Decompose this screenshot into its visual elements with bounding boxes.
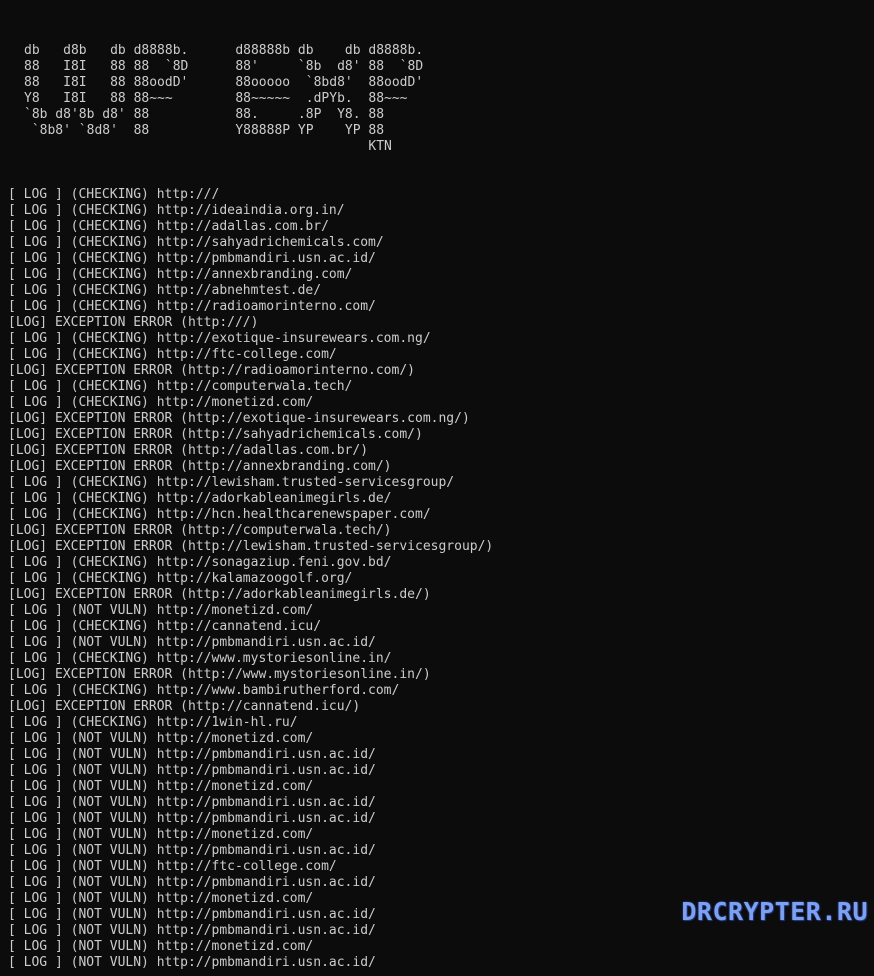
- log-line: [LOG] EXCEPTION ERROR (http://annexbrand…: [8, 459, 392, 474]
- log-line: [ LOG ] (NOT VULN) http://pmbmandiri.usn…: [8, 811, 376, 826]
- log-line: [ LOG ] (CHECKING) http://cannatend.icu/: [8, 619, 322, 634]
- log-line: [ LOG ] (NOT VULN) http://pmbmandiri.usn…: [8, 843, 376, 858]
- banner-line: 88 I8I 88 88oodD' 88ooooo `8bd8' 88oodD': [24, 75, 424, 90]
- log-line: [ LOG ] (CHECKING) http://monetizd.com/: [8, 395, 314, 410]
- log-line: [ LOG ] (NOT VULN) http://pmbmandiri.usn…: [8, 875, 376, 890]
- log-line: [ LOG ] (CHECKING) http://adorkableanime…: [8, 491, 392, 506]
- log-line: [ LOG ] (NOT VULN) http://pmbmandiri.usn…: [8, 635, 376, 650]
- log-line: [ LOG ] (CHECKING) http://exotique-insur…: [8, 331, 431, 346]
- watermark-logo: DRCRYPTER.RU: [681, 897, 868, 926]
- log-line: [ LOG ] (CHECKING) http://computerwala.t…: [8, 379, 353, 394]
- log-line: [ LOG ] (CHECKING) http:///: [8, 187, 220, 202]
- log-line: [LOG] EXCEPTION ERROR (http://lewisham.t…: [8, 539, 494, 554]
- banner-line: Y8 I8I 88 88~~~ 88~~~~~ .dPYb. 88~~~: [24, 91, 408, 106]
- log-line: [ LOG ] (CHECKING) http://hcn.healthcare…: [8, 507, 431, 522]
- log-line: [ LOG ] (CHECKING) http://abnehmtest.de/: [8, 283, 322, 298]
- log-line: [ LOG ] (CHECKING) http://sonagaziup.fen…: [8, 555, 392, 570]
- log-line: [ LOG ] (CHECKING) http://www.mystorieso…: [8, 651, 392, 666]
- log-line: [ LOG ] (CHECKING) http://kalamazoogolf.…: [8, 571, 353, 586]
- log-line: [LOG] EXCEPTION ERROR (http://sahyadrich…: [8, 427, 423, 442]
- log-line: [ LOG ] (CHECKING) http://pmbmandiri.usn…: [8, 251, 376, 266]
- banner-line: db d8b db d8888b. d88888b db db d8888b.: [24, 43, 424, 58]
- log-line: [LOG] EXCEPTION ERROR (http://www.mystor…: [8, 667, 431, 682]
- log-line: [ LOG ] (NOT VULN) http://pmbmandiri.usn…: [8, 795, 376, 810]
- banner-line: `8b8' `8d8' 88 Y88888P YP YP 88: [24, 123, 385, 138]
- log-line: [ LOG ] (CHECKING) http://lewisham.trust…: [8, 475, 455, 490]
- log-line: [ LOG ] (NOT VULN) http://pmbmandiri.usn…: [8, 955, 376, 970]
- log-line: [ LOG ] (NOT VULN) http://monetizd.com/: [8, 603, 314, 618]
- log-line: [ LOG ] (CHECKING) http://sahyadrichemic…: [8, 235, 384, 250]
- log-line: [ LOG ] (CHECKING) http://adallas.com.br…: [8, 219, 329, 234]
- log-line: [LOG] EXCEPTION ERROR (http://cannatend.…: [8, 699, 361, 714]
- banner-line: `8b d8'8b d8' 88 88. .8P Y8. 88: [24, 107, 385, 122]
- log-line: [ LOG ] (NOT VULN) http://monetizd.com/: [8, 779, 314, 794]
- log-line: [ LOG ] (NOT VULN) http://pmbmandiri.usn…: [8, 747, 376, 762]
- ascii-banner: db d8b db d8888b. d88888b db db d8888b. …: [24, 43, 423, 155]
- banner-line: KTN: [24, 139, 392, 154]
- log-line: [ LOG ] (CHECKING) http://1win-hl.ru/: [8, 715, 298, 730]
- log-line: [LOG] EXCEPTION ERROR (http:///): [8, 315, 259, 330]
- log-line: [ LOG ] (NOT VULN) http://monetizd.com/: [8, 827, 314, 842]
- log-line: [ LOG ] (CHECKING) http://ftc-college.co…: [8, 347, 337, 362]
- log-line: [LOG] EXCEPTION ERROR (http://radioamori…: [8, 363, 415, 378]
- terminal-window[interactable]: db d8b db d8888b. d88888b db db d8888b. …: [0, 0, 874, 976]
- log-line: [ LOG ] (NOT VULN) http://pmbmandiri.usn…: [8, 763, 376, 778]
- log-line: [LOG] EXCEPTION ERROR (http://computerwa…: [8, 523, 392, 538]
- log-line: [ LOG ] (CHECKING) http://www.bambiruthe…: [8, 683, 400, 698]
- log-line: [ LOG ] (CHECKING) http://annexbranding.…: [8, 267, 353, 282]
- log-line: [ LOG ] (CHECKING) http://ideaindia.org.…: [8, 203, 345, 218]
- log-line: [ LOG ] (NOT VULN) http://monetizd.com/: [8, 939, 314, 954]
- banner-line: 88 I8I 88 88 `8D 88' `8b d8' 88 `8D: [24, 59, 424, 74]
- log-line: [ LOG ] (CHECKING) http://radioamorinter…: [8, 299, 376, 314]
- log-line: [LOG] EXCEPTION ERROR (http://exotique-i…: [8, 411, 470, 426]
- log-line: [ LOG ] (NOT VULN) http://monetizd.com/: [8, 731, 314, 746]
- log-line: [LOG] EXCEPTION ERROR (http://adallas.co…: [8, 443, 369, 458]
- log-line: [ LOG ] (NOT VULN) http://ftc-college.co…: [8, 859, 337, 874]
- log-output: [ LOG ] (CHECKING) http:///[ LOG ] (CHEC…: [8, 187, 868, 971]
- log-line: [LOG] EXCEPTION ERROR (http://adorkablea…: [8, 587, 431, 602]
